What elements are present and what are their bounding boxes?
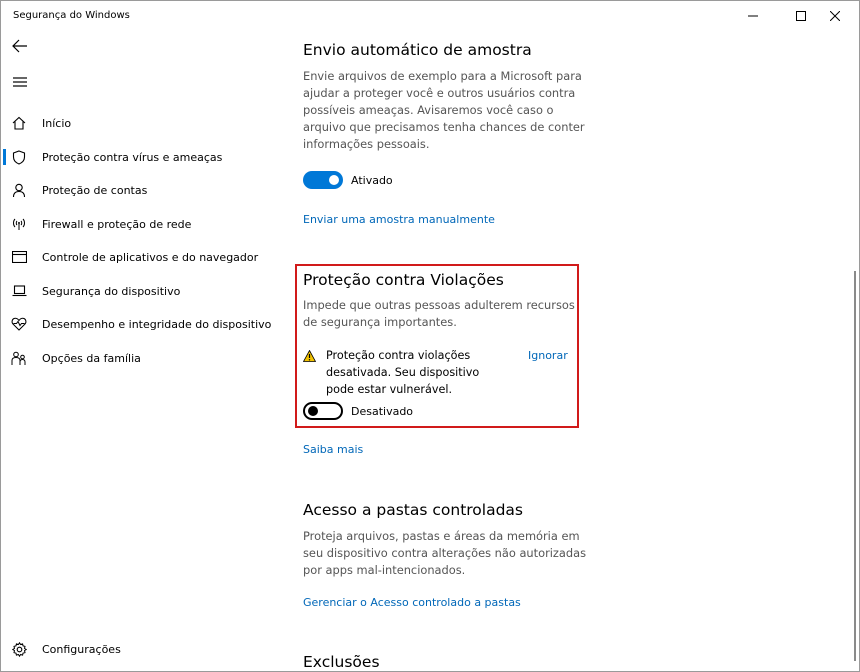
learn-more-link[interactable]: Saiba mais: [303, 443, 363, 456]
sidebar-item-label: Proteção contra vírus e ameaças: [42, 150, 223, 164]
tamper-protection-section: Proteção contra Violações: [303, 271, 504, 289]
section-title: Acesso a pastas controladas: [303, 501, 524, 519]
sidebar-item-app-browser-control[interactable]: Controle de aplicativos e do navegador: [1, 242, 271, 272]
back-button[interactable]: [9, 35, 31, 57]
sidebar-item-device-security[interactable]: Segurança do dispositivo: [1, 276, 271, 306]
sidebar-item-virus-protection[interactable]: Proteção contra vírus e ameaças: [1, 142, 271, 172]
submit-sample-manually-link[interactable]: Enviar uma amostra manualmente: [303, 213, 495, 226]
toggle-knob: [329, 175, 339, 185]
section-title: Exclusões: [303, 653, 380, 671]
title-bar: Segurança do Windows: [1, 1, 859, 31]
maximize-icon: [796, 11, 806, 21]
tamper-protection-description: Impede que outras pessoas adulterem recu…: [303, 298, 575, 329]
home-icon: [10, 114, 28, 132]
sidebar-item-device-performance[interactable]: Desempenho e integridade do dispositivo: [1, 309, 271, 339]
sidebar-item-settings[interactable]: Configurações: [1, 634, 271, 664]
back-arrow-icon: [12, 39, 27, 53]
sample-submission-section: Envio automático de amostra: [303, 41, 532, 59]
laptop-icon: [10, 282, 28, 300]
exclusions-section: Exclusões: [303, 653, 380, 671]
sidebar-item-label: Proteção de contas: [42, 183, 148, 197]
scrollbar-thumb[interactable]: [854, 271, 856, 661]
sidebar-item-label: Configurações: [42, 642, 121, 656]
toggle-state-label: Ativado: [351, 173, 393, 187]
content-scrollbar[interactable]: [851, 31, 859, 671]
sample-submission-toggle-row: Ativado: [303, 171, 393, 189]
warning-text: Proteção contra violações desativada. Se…: [326, 349, 480, 396]
window-title: Segurança do Windows: [13, 10, 130, 21]
controlled-folder-access-section: Acesso a pastas controladas: [303, 501, 523, 519]
main-content: Envio automático de amostra Envie arquiv…: [287, 31, 851, 671]
close-icon: [830, 11, 840, 21]
sample-submission-description: Envie arquivos de exemplo para a Microso…: [303, 69, 585, 151]
sidebar: Início Proteção contra vírus e ameaças P…: [1, 31, 271, 671]
sidebar-item-label: Segurança do dispositivo: [42, 284, 181, 298]
gear-icon: [10, 640, 28, 658]
tamper-protection-toggle-row: Desativado: [303, 402, 413, 420]
tamper-warning: Proteção contra violações desativada. Se…: [302, 347, 506, 398]
wifi-antenna-icon: [10, 215, 28, 233]
shield-icon: [10, 148, 28, 166]
minimize-icon: [748, 15, 758, 17]
hamburger-icon: [13, 77, 27, 87]
section-title: Envio automático de amostra: [303, 41, 532, 59]
sidebar-item-label: Firewall e proteção de rede: [42, 217, 192, 231]
sidebar-item-family-options[interactable]: Opções da família: [1, 343, 271, 373]
toggle-state-label: Desativado: [351, 404, 414, 418]
warning-icon: [302, 347, 317, 398]
sidebar-item-inicio[interactable]: Início: [1, 108, 271, 138]
sidebar-item-account-protection[interactable]: Proteção de contas: [1, 175, 271, 205]
sample-submission-toggle[interactable]: [303, 171, 343, 189]
app-window: Segurança do Windows Início Proteção con…: [0, 0, 860, 672]
active-indicator: [3, 149, 6, 165]
dismiss-warning-link[interactable]: Ignorar: [528, 349, 568, 362]
manage-controlled-folder-access-link[interactable]: Gerenciar o Acesso controlado a pastas: [303, 596, 521, 609]
family-icon: [10, 349, 28, 367]
tamper-protection-toggle[interactable]: [303, 402, 343, 420]
sidebar-item-label: Desempenho e integridade do dispositivo: [42, 317, 272, 331]
sidebar-item-label: Início: [42, 116, 72, 130]
minimize-button[interactable]: [730, 1, 776, 31]
close-button[interactable]: [812, 1, 858, 31]
sidebar-item-firewall[interactable]: Firewall e proteção de rede: [1, 209, 271, 239]
browser-window-icon: [10, 248, 28, 266]
person-icon: [10, 181, 28, 199]
heart-pulse-icon: [10, 315, 28, 333]
section-title: Proteção contra Violações: [303, 271, 504, 289]
sidebar-item-label: Opções da família: [42, 351, 141, 365]
sidebar-item-label: Controle de aplicativos e do navegador: [42, 250, 259, 264]
controlled-folder-access-description: Proteja arquivos, pastas e áreas da memó…: [303, 529, 587, 577]
toggle-knob: [308, 406, 318, 416]
hamburger-menu-button[interactable]: [9, 71, 31, 93]
